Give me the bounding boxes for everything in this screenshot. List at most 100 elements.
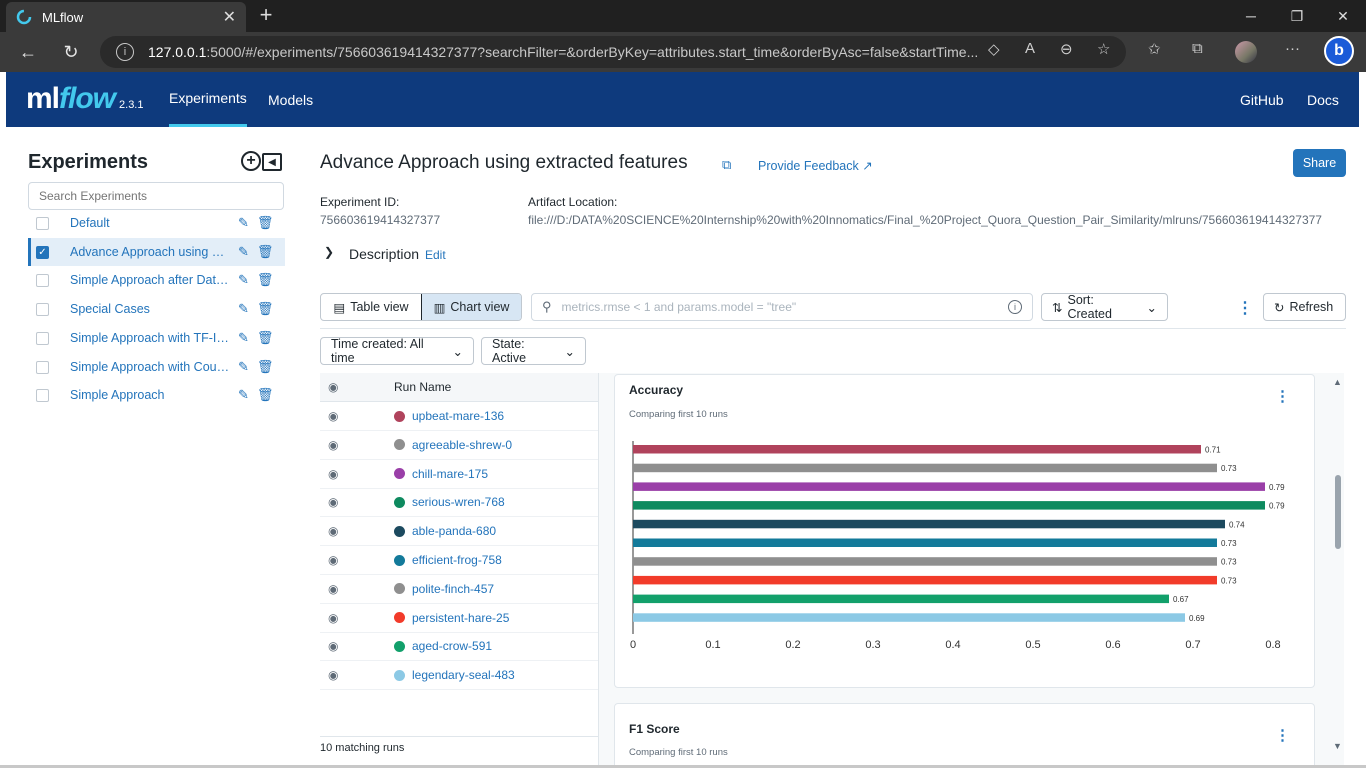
minimize-icon[interactable]: ─ [1228, 0, 1274, 32]
window-close-icon[interactable]: ✕ [1320, 0, 1366, 32]
copy-icon[interactable]: ⧉ [722, 157, 731, 173]
visibility-icon[interactable]: ◉ [328, 553, 338, 567]
scroll-up-icon[interactable]: ▲ [1333, 377, 1342, 387]
nav-docs[interactable]: Docs [1307, 72, 1339, 127]
table-row[interactable]: ◉ polite-finch-457 [320, 575, 598, 604]
edit-icon[interactable]: ✎ [238, 244, 249, 260]
run-name-link[interactable]: aged-crow-591 [412, 639, 492, 653]
create-experiment-icon[interactable]: + [241, 151, 261, 171]
visibility-icon[interactable]: ◉ [328, 582, 338, 596]
chart-options-icon[interactable]: ⋮ [1275, 387, 1290, 405]
visibility-icon[interactable]: ◉ [328, 524, 338, 538]
experiment-checkbox[interactable] [36, 273, 49, 287]
more-icon[interactable]: ··· [1285, 40, 1300, 57]
collections-icon[interactable]: ⧉ [1192, 40, 1203, 57]
sort-dropdown[interactable]: ⇅ Sort: Created ⌄ [1041, 293, 1168, 321]
table-row[interactable]: ◉ able-panda-680 [320, 517, 598, 547]
sidebar-item-special-cases[interactable]: Special Cases ✎ 🗑 [28, 295, 285, 323]
table-row[interactable]: ◉ aged-crow-591 [320, 632, 598, 662]
zoom-icon[interactable]: ⊖ [1060, 40, 1073, 58]
read-aloud-icon[interactable]: A [1025, 40, 1035, 57]
run-name-column[interactable]: Run Name [394, 380, 451, 394]
scroll-down-icon[interactable]: ▼ [1333, 741, 1342, 751]
chevron-right-icon[interactable]: ❯ [324, 245, 334, 259]
experiment-name[interactable]: Special Cases [70, 302, 230, 316]
table-row[interactable]: ◉ persistent-hare-25 [320, 604, 598, 633]
experiment-name[interactable]: Simple Approach after Data Preprocessing [70, 273, 230, 287]
time-created-filter[interactable]: Time created: All time ⌄ [320, 337, 474, 365]
visibility-all-icon[interactable]: ◉ [328, 380, 338, 394]
edit-icon[interactable]: ✎ [238, 359, 249, 375]
table-row[interactable]: ◉ efficient-frog-758 [320, 546, 598, 575]
sidebar-item-advance-approach[interactable]: ✓ Advance Approach using extracted featu… [28, 238, 285, 266]
visibility-icon[interactable]: ◉ [328, 611, 338, 625]
tab-close-icon[interactable]: ✕ [223, 7, 236, 27]
table-row[interactable]: ◉ agreeable-shrew-0 [320, 431, 598, 460]
new-tab-button[interactable]: + [254, 4, 278, 28]
description-edit-link[interactable]: Edit [425, 248, 446, 262]
mlflow-logo[interactable]: mlflow 2.3.1 [26, 82, 143, 116]
experiment-name[interactable]: Simple Approach [70, 388, 230, 402]
nav-models[interactable]: Models [268, 72, 313, 127]
profile-avatar[interactable] [1235, 41, 1257, 63]
browser-tab[interactable]: MLflow ✕ [6, 2, 246, 32]
chart-options-icon[interactable]: ⋮ [1275, 726, 1290, 744]
run-name-link[interactable]: upbeat-mare-136 [412, 409, 504, 423]
site-info-icon[interactable]: i [116, 43, 134, 61]
nav-experiments[interactable]: Experiments [169, 72, 247, 127]
run-name-link[interactable]: persistent-hare-25 [412, 611, 509, 625]
experiment-name[interactable]: Simple Approach with TF-IDF [70, 331, 230, 345]
address-bar[interactable]: i 127.0.0.1 :5000/#/experiments/75660361… [100, 36, 1126, 68]
experiment-checkbox[interactable] [36, 331, 49, 345]
sidebar-item-simple-approach-preprocessing[interactable]: Simple Approach after Data Preprocessing… [28, 266, 285, 294]
run-name-link[interactable]: polite-finch-457 [412, 582, 494, 596]
run-name-link[interactable]: chill-mare-175 [412, 467, 488, 481]
delete-icon[interactable]: 🗑 [257, 359, 274, 375]
delete-icon[interactable]: 🗑 [257, 272, 274, 288]
delete-icon[interactable]: 🗑 [257, 244, 274, 260]
delete-icon[interactable]: 🗑 [257, 330, 274, 346]
visibility-icon[interactable]: ◉ [328, 639, 338, 653]
share-button[interactable]: Share [1293, 149, 1346, 177]
edit-icon[interactable]: ✎ [238, 272, 249, 288]
charts-scrollbar[interactable]: ▲ ▼ [1331, 377, 1345, 757]
delete-icon[interactable]: 🗑 [257, 301, 274, 317]
run-name-link[interactable]: able-panda-680 [412, 524, 496, 538]
edit-icon[interactable]: ✎ [238, 330, 249, 346]
experiment-checkbox[interactable] [36, 216, 49, 230]
reload-icon[interactable]: ↻ [57, 38, 85, 66]
visibility-icon[interactable]: ◉ [328, 668, 338, 682]
table-view-button[interactable]: ▤ Table view [321, 294, 421, 320]
experiment-name[interactable]: Simple Approach with CountVectorizer [70, 360, 230, 374]
search-info-icon[interactable]: i [1008, 300, 1022, 314]
run-name-link[interactable]: efficient-frog-758 [412, 553, 502, 567]
edit-icon[interactable]: ✎ [238, 301, 249, 317]
bing-icon[interactable]: b [1324, 36, 1354, 66]
collapse-sidebar-icon[interactable]: ◀ [262, 153, 282, 171]
nav-github[interactable]: GitHub [1240, 72, 1284, 127]
table-row[interactable]: ◉ chill-mare-175 [320, 460, 598, 489]
visibility-icon[interactable]: ◉ [328, 495, 338, 509]
tracking-icon[interactable]: ◇ [988, 40, 1000, 58]
visibility-icon[interactable]: ◉ [328, 409, 338, 423]
state-filter[interactable]: State: Active ⌄ [481, 337, 586, 365]
edit-icon[interactable]: ✎ [238, 215, 249, 231]
table-row[interactable]: ◉ legendary-seal-483 [320, 661, 598, 691]
description-label[interactable]: Description [349, 246, 419, 262]
experiment-name[interactable]: Default [70, 216, 230, 230]
more-options-icon[interactable]: ⋮ [1237, 298, 1253, 318]
edit-icon[interactable]: ✎ [238, 387, 249, 403]
experiment-checkbox[interactable]: ✓ [36, 245, 49, 259]
refresh-button[interactable]: ↻ Refresh [1263, 293, 1346, 321]
sidebar-item-tfidf[interactable]: Simple Approach with TF-IDF ✎ 🗑 [28, 324, 285, 352]
visibility-icon[interactable]: ◉ [328, 467, 338, 481]
run-search-input[interactable]: ⚲ metrics.rmse < 1 and params.model = "t… [531, 293, 1033, 321]
delete-icon[interactable]: 🗑 [257, 387, 274, 403]
run-name-link[interactable]: legendary-seal-483 [412, 668, 515, 682]
experiment-checkbox[interactable] [36, 360, 49, 374]
table-row[interactable]: ◉ serious-wren-768 [320, 488, 598, 518]
favorites-icon[interactable]: ✩ [1148, 40, 1161, 58]
chart-view-button[interactable]: ▥ Chart view [421, 294, 521, 320]
sidebar-item-default[interactable]: Default ✎ 🗑 [28, 209, 285, 237]
experiment-search-input[interactable] [28, 182, 284, 210]
